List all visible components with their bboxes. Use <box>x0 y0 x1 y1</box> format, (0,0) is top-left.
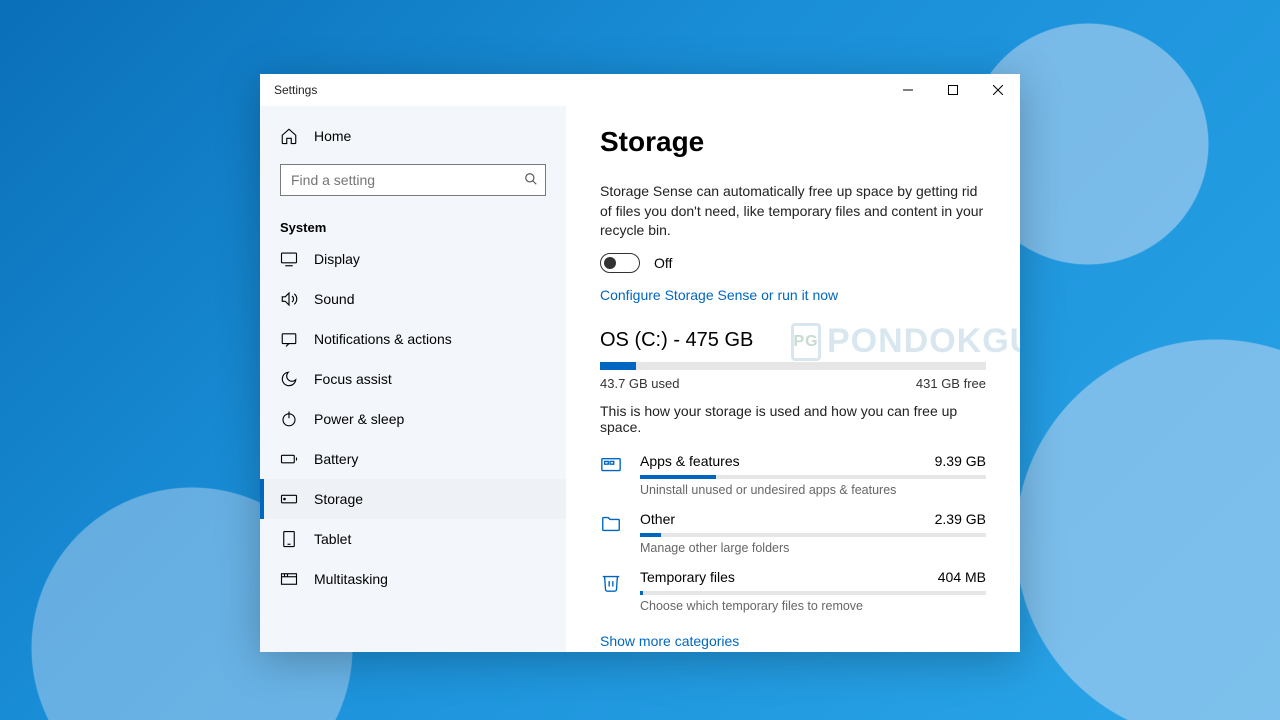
storage-icon <box>280 490 298 508</box>
category-size: 404 MB <box>938 569 986 585</box>
category-subtitle: Manage other large folders <box>640 541 986 555</box>
multitasking-icon <box>280 570 298 588</box>
sidebar-item-power-sleep[interactable]: Power & sleep <box>260 399 566 439</box>
sidebar-item-storage[interactable]: Storage <box>260 479 566 519</box>
sidebar-item-label: Battery <box>314 451 358 467</box>
configure-storage-sense-link[interactable]: Configure Storage Sense or run it now <box>600 287 838 303</box>
sidebar-item-sound[interactable]: Sound <box>260 279 566 319</box>
drive-used-label: 43.7 GB used <box>600 376 680 391</box>
home-icon <box>280 127 298 145</box>
category-bar <box>640 533 986 537</box>
sidebar-section-label: System <box>260 210 566 239</box>
drive-title: OS (C:) - 475 GB <box>600 329 986 352</box>
settings-window: Settings Home System Dis <box>260 74 1020 652</box>
drive-free-label: 431 GB free <box>916 376 986 391</box>
battery-icon <box>280 450 298 468</box>
storage-sense-toggle-label: Off <box>654 255 672 271</box>
sidebar-item-label: Tablet <box>314 531 351 547</box>
home-button[interactable]: Home <box>260 116 566 156</box>
storage-sense-toggle[interactable] <box>600 253 640 273</box>
titlebar: Settings <box>260 74 1020 106</box>
sound-icon <box>280 290 298 308</box>
category-other[interactable]: Other 2.39 GB Manage other large folders <box>600 511 986 555</box>
minimize-button[interactable] <box>885 74 930 106</box>
sidebar-item-label: Display <box>314 251 360 267</box>
category-subtitle: Uninstall unused or undesired apps & fea… <box>640 483 986 497</box>
sidebar-item-notifications[interactable]: Notifications & actions <box>260 319 566 359</box>
power-icon <box>280 410 298 428</box>
apps-icon <box>600 453 624 497</box>
sidebar-item-label: Storage <box>314 491 363 507</box>
home-label: Home <box>314 128 351 144</box>
sidebar-item-label: Sound <box>314 291 354 307</box>
sidebar-item-battery[interactable]: Battery <box>260 439 566 479</box>
category-name: Apps & features <box>640 453 740 469</box>
sidebar-item-tablet[interactable]: Tablet <box>260 519 566 559</box>
folder-icon <box>600 511 624 555</box>
category-size: 2.39 GB <box>935 511 986 527</box>
drive-usage-bar <box>600 362 986 370</box>
display-icon <box>280 250 298 268</box>
search-icon <box>524 172 538 186</box>
search-input[interactable] <box>280 164 546 196</box>
category-name: Temporary files <box>640 569 735 585</box>
sidebar-item-label: Focus assist <box>314 371 392 387</box>
main-pane: PGPONDOKGUE Storage Storage Sense can au… <box>566 106 1020 652</box>
storage-sense-description: Storage Sense can automatically free up … <box>600 182 986 241</box>
maximize-button[interactable] <box>930 74 975 106</box>
sidebar-item-display[interactable]: Display <box>260 239 566 279</box>
focus-assist-icon <box>280 370 298 388</box>
sidebar-nav: Display Sound Notifications & actions Fo… <box>260 239 566 652</box>
drive-description: This is how your storage is used and how… <box>600 403 986 435</box>
sidebar-item-multitasking[interactable]: Multitasking <box>260 559 566 599</box>
window-title: Settings <box>274 83 885 97</box>
close-button[interactable] <box>975 74 1020 106</box>
sidebar-item-label: Notifications & actions <box>314 331 452 347</box>
category-subtitle: Choose which temporary files to remove <box>640 599 986 613</box>
tablet-icon <box>280 530 298 548</box>
trash-icon <box>600 569 624 613</box>
category-bar <box>640 475 986 479</box>
category-bar <box>640 591 986 595</box>
category-size: 9.39 GB <box>935 453 986 469</box>
category-name: Other <box>640 511 675 527</box>
notifications-icon <box>280 330 298 348</box>
category-apps-features[interactable]: Apps & features 9.39 GB Uninstall unused … <box>600 453 986 497</box>
sidebar-item-label: Multitasking <box>314 571 388 587</box>
sidebar: Home System Display Sound <box>260 106 566 652</box>
category-temporary-files[interactable]: Temporary files 404 MB Choose which tempo… <box>600 569 986 613</box>
sidebar-item-label: Power & sleep <box>314 411 404 427</box>
drive-usage-bar-fill <box>600 362 636 370</box>
page-title: Storage <box>600 126 986 158</box>
show-more-categories-link[interactable]: Show more categories <box>600 633 739 649</box>
sidebar-item-focus-assist[interactable]: Focus assist <box>260 359 566 399</box>
